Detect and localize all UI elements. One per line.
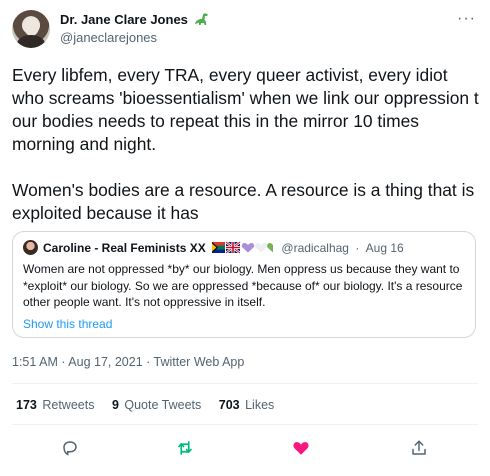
author-name-row[interactable]: Dr. Jane Clare Jones: [60, 12, 210, 29]
white-heart-icon: [254, 243, 268, 253]
retweets-label: Retweets: [42, 398, 95, 412]
retweet-button[interactable]: [173, 436, 197, 460]
quote-tweets-count: 9: [111, 398, 119, 412]
more-options-icon[interactable]: ···: [457, 10, 476, 28]
show-thread-link[interactable]: Show this thread: [23, 317, 112, 331]
reply-button[interactable]: [58, 436, 82, 460]
likes-count: 703: [218, 398, 240, 412]
uk-flag-icon: [225, 241, 241, 254]
retweet-icon: [178, 441, 192, 455]
share-button[interactable]: [407, 436, 431, 460]
south-africa-flag-icon: [212, 242, 226, 253]
quoted-meta-separator: ·: [355, 241, 360, 255]
dinosaur-icon: [194, 12, 210, 29]
quoted-author-avatar: [23, 240, 38, 255]
divider: [12, 424, 478, 425]
like-button[interactable]: [289, 436, 313, 460]
author-handle[interactable]: @janeclarejones: [60, 30, 157, 45]
quote-tweets-stat[interactable]: 9 Quote Tweets: [112, 398, 201, 412]
author-name[interactable]: Dr. Jane Clare Jones: [60, 12, 188, 27]
quoted-tweet-header: Caroline - Real Feminists XX @radicalhag…: [43, 241, 404, 257]
retweets-count: 173: [16, 398, 37, 412]
green-heart-icon: [267, 243, 274, 253]
share-icon: [412, 440, 426, 455]
quoted-author-emoji: [212, 241, 274, 257]
quoted-tweet-text: Women are not oppressed *by* our biology…: [23, 262, 463, 309]
tweet-text: Every libfem, every TRA, every queer act…: [12, 64, 482, 225]
quoted-author-handle: @radicalhag: [281, 241, 349, 255]
quote-tweets-label: Quote Tweets: [124, 398, 202, 412]
engagement-stats: 173 Retweets 9 Quote Tweets 703 Likes: [16, 398, 288, 412]
reply-icon: [63, 441, 77, 456]
tweet-timestamp[interactable]: 1:51 AM · Aug 17, 2021 · Twitter Web App: [12, 355, 244, 369]
quoted-tweet-date: Aug 16: [365, 241, 404, 255]
tweet-paragraph: Women's bodies are a resource. A resourc…: [12, 180, 475, 223]
retweets-stat[interactable]: 173 Retweets: [16, 398, 94, 412]
like-icon: [293, 442, 309, 455]
divider: [12, 383, 478, 384]
likes-label: Likes: [245, 398, 275, 412]
likes-stat[interactable]: 703 Likes: [219, 398, 275, 412]
tweet-paragraph: Every libfem, every TRA, every queer act…: [12, 65, 479, 154]
purple-heart-icon: [241, 243, 255, 253]
quoted-author-name: Caroline - Real Feminists XX: [43, 241, 206, 255]
author-avatar[interactable]: [12, 10, 50, 48]
quoted-tweet-card[interactable]: Caroline - Real Feminists XX @radicalhag…: [12, 231, 476, 338]
